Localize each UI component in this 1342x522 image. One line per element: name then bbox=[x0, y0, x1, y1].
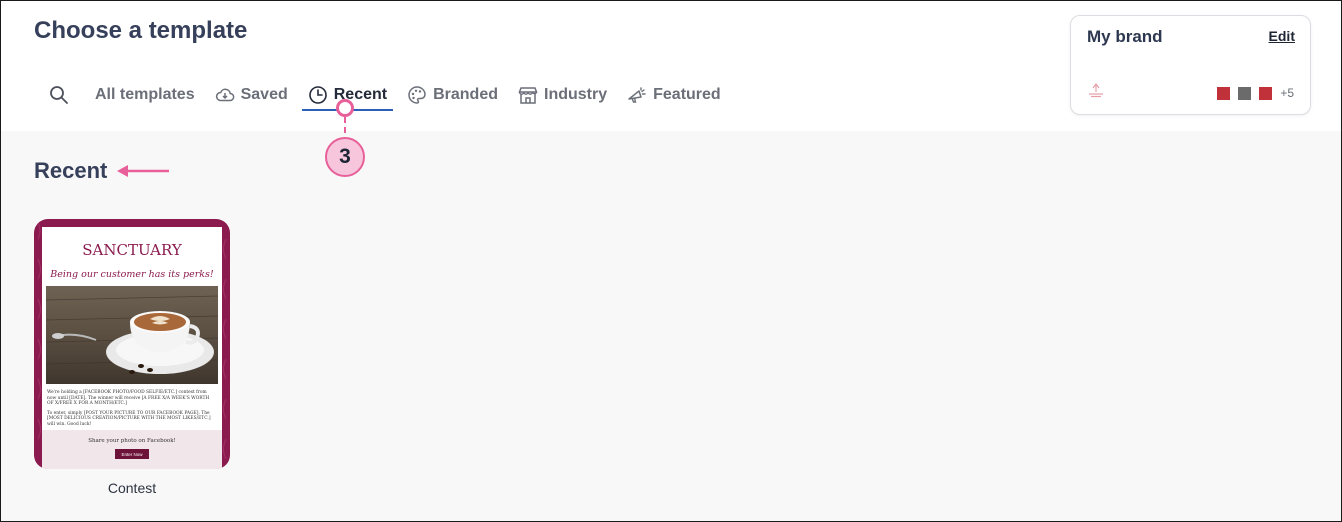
preview-logo: SANCTUARY bbox=[82, 241, 182, 259]
search-icon[interactable] bbox=[49, 85, 69, 105]
tab-label: Featured bbox=[653, 86, 721, 103]
preview-body: We're holding a [FACEBOOK PHOTO/FOOD SEL… bbox=[47, 390, 217, 432]
brand-title: My brand bbox=[1087, 27, 1163, 46]
brand-edit-link[interactable]: Edit bbox=[1269, 28, 1295, 44]
section-title: Recent bbox=[34, 158, 108, 183]
brand-logo-icon bbox=[1087, 82, 1105, 100]
preview-footer: Share your photo on Facebook! Enter Now bbox=[42, 430, 222, 469]
template-card-contest[interactable]: SANCTUARY Being our customer has its per… bbox=[34, 219, 230, 469]
tab-label: All templates bbox=[95, 86, 195, 103]
template-tabs: All templates Saved Recent Branded Indus… bbox=[49, 79, 741, 111]
callout-step-badge: 3 bbox=[325, 137, 365, 177]
my-brand-card: My brand Edit +5 bbox=[1070, 15, 1311, 115]
template-preview: SANCTUARY Being our customer has its per… bbox=[42, 227, 222, 469]
tab-branded[interactable]: Branded bbox=[407, 80, 498, 110]
tab-industry[interactable]: Industry bbox=[518, 80, 607, 110]
page-title: Choose a template bbox=[34, 17, 248, 44]
cloud-download-icon bbox=[215, 85, 235, 105]
tab-all-templates[interactable]: All templates bbox=[95, 80, 195, 110]
brand-color-swatches: +5 bbox=[1209, 86, 1294, 100]
tab-label: Saved bbox=[240, 86, 288, 103]
brand-swatch bbox=[1238, 86, 1252, 100]
template-chooser-window: Choose a template All templates Saved Re… bbox=[0, 0, 1342, 522]
megaphone-icon bbox=[627, 85, 647, 105]
callout-dot bbox=[336, 99, 354, 117]
preview-tagline: Being our customer has its perks! bbox=[50, 269, 214, 280]
preview-paragraph: We're holding a [FACEBOOK PHOTO/FOOD SEL… bbox=[47, 390, 210, 407]
tab-search[interactable] bbox=[49, 80, 69, 110]
palette-icon bbox=[407, 85, 427, 105]
pointer-arrow bbox=[117, 165, 169, 177]
brand-more-colors: +5 bbox=[1280, 86, 1294, 100]
tab-label: Industry bbox=[544, 86, 608, 103]
brand-swatch bbox=[1217, 86, 1231, 100]
header-area: Choose a template All templates Saved Re… bbox=[1, 1, 1341, 131]
clock-icon bbox=[308, 85, 328, 105]
coffee-cup-image bbox=[46, 286, 218, 384]
preview-paragraph: To enter, simply [POST YOUR PICTURE TO O… bbox=[47, 410, 211, 427]
preview-footer-text: Share your photo on Facebook! bbox=[88, 438, 176, 444]
template-card-label[interactable]: Contest bbox=[34, 480, 230, 496]
tab-saved[interactable]: Saved bbox=[215, 80, 288, 110]
tab-label: Branded bbox=[433, 86, 498, 103]
storefront-icon bbox=[518, 85, 538, 105]
tab-featured[interactable]: Featured bbox=[627, 80, 721, 110]
brand-swatch bbox=[1259, 86, 1273, 100]
preview-enter-button: Enter Now bbox=[115, 449, 149, 459]
